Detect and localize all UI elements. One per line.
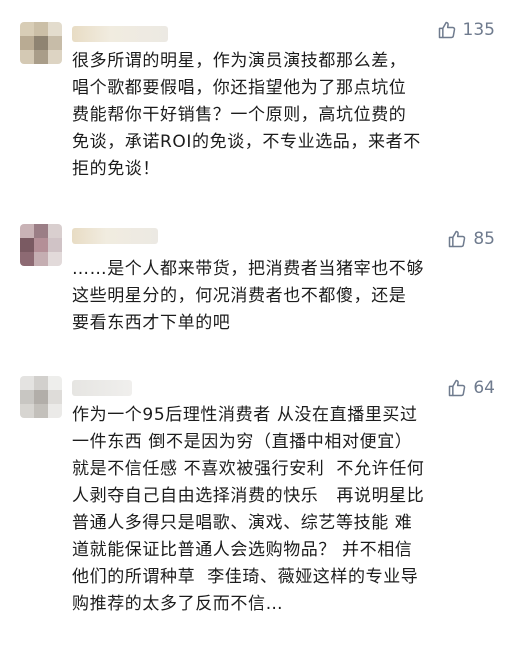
like-count: 85 [473, 229, 495, 249]
like-button[interactable]: 135 [437, 20, 495, 40]
comment-text: ……是个人都来带货，把消费者当猪宰也不够 这些明星分的，何况消费者也不都傻，还是… [72, 259, 424, 333]
avatar[interactable] [20, 224, 62, 266]
nickname[interactable] [72, 380, 132, 396]
comment-item: 64 作为一个95后理性消费者 从没在直播里买过 一件东西 倒不是因为穷（直播中… [0, 360, 529, 653]
like-count: 135 [462, 20, 495, 40]
comment-text: 作为一个95后理性消费者 从没在直播里买过 一件东西 倒不是因为穷（直播中相对便… [72, 405, 425, 614]
avatar[interactable] [20, 376, 62, 418]
nickname[interactable] [72, 228, 158, 244]
comment-item: 135 很多所谓的明星，作为演员演技都那么差， 唱个歌都要假唱，你还指望他为了那… [0, 0, 529, 200]
like-button[interactable]: 64 [447, 378, 495, 398]
thumbs-up-icon [449, 379, 466, 397]
nickname[interactable] [72, 26, 168, 42]
avatar[interactable] [20, 22, 62, 64]
like-button[interactable]: 85 [447, 229, 495, 249]
thumbs-up-icon [449, 230, 466, 248]
comment-text: 很多所谓的明星，作为演员演技都那么差， 唱个歌都要假唱，你还指望他为了那点坑位 … [72, 51, 421, 179]
thumbs-up-icon [438, 21, 455, 39]
like-count: 64 [473, 378, 495, 398]
comment-item: 85 ……是个人都来带货，把消费者当猪宰也不够 这些明星分的，何况消费者也不都傻… [0, 210, 529, 350]
